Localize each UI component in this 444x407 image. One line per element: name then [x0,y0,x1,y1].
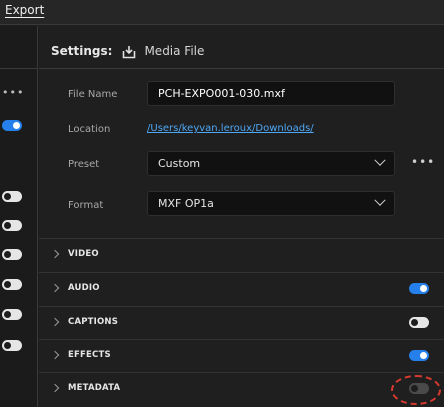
left-toggle-3[interactable] [2,220,22,231]
download-icon [122,44,136,59]
chevron-right-icon [50,283,60,293]
section-label: EFFECTS [68,350,111,360]
captions-toggle[interactable] [409,317,429,328]
file-name-value: PCH-EXPO001-030.mxf [158,87,285,100]
section-captions[interactable]: CAPTIONS [39,306,444,339]
export-settings-panel: Settings: Media File File Name PCH-EXPO0… [39,26,444,407]
left-toggle-2[interactable] [2,191,22,202]
section-label: METADATA [68,383,121,393]
format-label: Format [68,200,104,211]
left-toggle-1[interactable] [2,120,22,131]
settings-header: Settings: Media File [51,42,204,60]
effects-toggle[interactable] [409,350,429,361]
preset-select[interactable]: Custom [147,151,395,176]
section-label: CAPTIONS [68,317,119,327]
section-audio[interactable]: AUDIO [39,272,444,305]
section-effects[interactable]: EFFECTS [39,339,444,372]
preset-label: Preset [68,159,100,170]
location-link[interactable]: /Users/keyvan.leroux/Downloads/ [147,123,314,134]
section-metadata[interactable]: METADATA [39,372,444,405]
section-label: VIDEO [68,249,99,259]
settings-divider [39,68,444,69]
format-value: MXF OP1a [158,197,214,210]
location-label: Location [68,124,111,135]
top-bar: Export [0,0,444,25]
left-toggle-5[interactable] [2,279,22,290]
format-select[interactable]: MXF OP1a [147,191,395,216]
left-more-icon[interactable]: ••• [2,86,24,99]
chevron-right-icon [50,383,60,393]
audio-toggle[interactable] [409,283,429,294]
left-toggle-4[interactable] [2,249,22,260]
highlight-annotation [391,375,441,405]
chevron-down-icon [374,154,386,166]
file-name-label: File Name [68,89,118,100]
chevron-down-icon [374,194,386,206]
chevron-right-icon [50,317,60,327]
left-toggle-6[interactable] [2,309,22,320]
destination-label[interactable]: Media File [144,44,204,58]
chevron-right-icon [50,249,60,259]
preset-more-icon[interactable]: ••• [411,155,435,169]
preset-value: Custom [158,157,201,170]
left-panel: ••• [0,26,38,407]
left-panel-divider [0,68,38,69]
section-label: AUDIO [68,283,100,293]
settings-label: Settings: [51,44,113,58]
tab-export[interactable]: Export [5,3,44,17]
file-name-field[interactable]: PCH-EXPO001-030.mxf [147,81,395,106]
section-video[interactable]: VIDEO [39,238,444,271]
left-toggle-7[interactable] [2,340,22,351]
chevron-right-icon [50,350,60,360]
